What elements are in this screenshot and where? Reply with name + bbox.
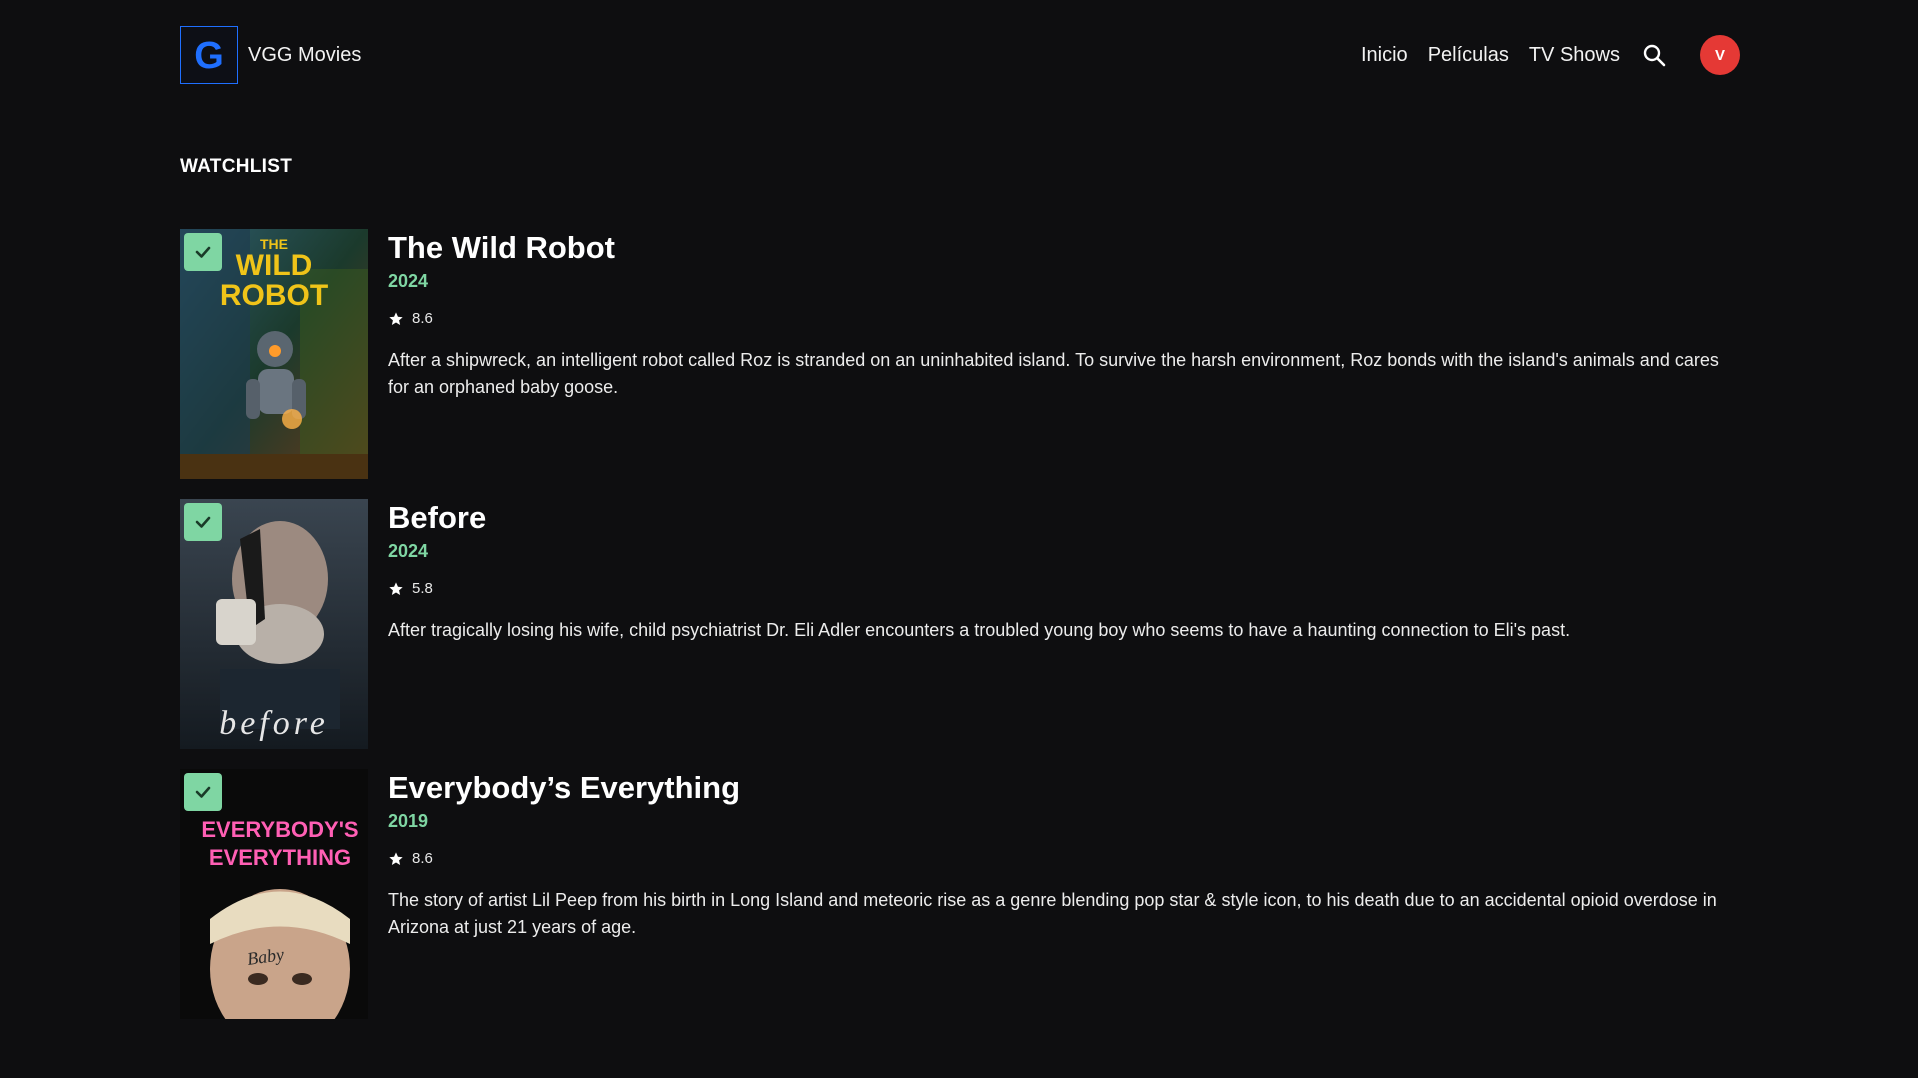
movie-rating: 5.8 bbox=[388, 580, 1740, 597]
svg-text:EVERYTHING: EVERYTHING bbox=[209, 845, 351, 870]
nav-link-inicio[interactable]: Inicio bbox=[1361, 44, 1408, 67]
watched-check-button[interactable] bbox=[184, 503, 222, 541]
movie-rating: 8.6 bbox=[388, 850, 1740, 867]
movie-info: Everybody’s Everything 2019 8.6 The stor… bbox=[388, 769, 1740, 1019]
watched-check-button[interactable] bbox=[184, 773, 222, 811]
movie-rating: 8.6 bbox=[388, 310, 1740, 327]
star-icon bbox=[389, 851, 403, 865]
movie-year: 2019 bbox=[388, 811, 429, 831]
rating-value: 8.6 bbox=[412, 850, 433, 867]
rating-value: 5.8 bbox=[412, 580, 433, 597]
movie-description: After tragically losing his wife, child … bbox=[388, 620, 1571, 640]
watchlist-item: Baby EVERYBODY'S EVERYTHING Everybody’s … bbox=[180, 769, 1740, 1019]
movie-title[interactable]: The Wild Robot bbox=[388, 229, 1740, 267]
movie-info: Before 2024 5.8 After tragically losing … bbox=[388, 499, 1740, 749]
check-icon bbox=[195, 246, 211, 258]
nav-link-tv-shows[interactable]: TV Shows bbox=[1529, 44, 1620, 67]
nav-link-peliculas[interactable]: Películas bbox=[1428, 44, 1509, 67]
page-title: WATCHLIST bbox=[180, 156, 293, 177]
svg-text:G: G bbox=[194, 35, 224, 75]
svg-text:before: before bbox=[219, 705, 329, 742]
top-nav: G VGG Movies Inicio Películas TV Shows V bbox=[180, 24, 1740, 86]
movie-description: After a shipwreck, an intelligent robot … bbox=[388, 350, 1719, 397]
movie-title[interactable]: Everybody’s Everything bbox=[388, 769, 1740, 807]
brand[interactable]: G VGG Movies bbox=[180, 26, 361, 84]
logo-icon[interactable]: G bbox=[180, 26, 238, 84]
svg-text:WILD: WILD bbox=[236, 249, 313, 282]
movie-poster[interactable]: THE WILD ROBOT bbox=[180, 229, 368, 479]
watchlist-item: THE WILD ROBOT The Wild Robot 2024 8.6 A… bbox=[180, 229, 1740, 479]
movie-title[interactable]: Before bbox=[388, 499, 1740, 537]
brand-name[interactable]: VGG Movies bbox=[248, 44, 361, 67]
svg-text:EVERYBODY'S: EVERYBODY'S bbox=[201, 817, 358, 842]
watched-check-button[interactable] bbox=[184, 233, 222, 271]
movie-year: 2024 bbox=[388, 541, 429, 561]
movie-info: The Wild Robot 2024 8.6 After a shipwrec… bbox=[388, 229, 1740, 479]
movie-description: The story of artist Lil Peep from his bi… bbox=[388, 890, 1717, 937]
movie-poster[interactable]: before bbox=[180, 499, 368, 749]
main-nav: Inicio Películas TV Shows V bbox=[1361, 35, 1740, 75]
check-icon bbox=[195, 786, 211, 798]
check-icon bbox=[195, 516, 211, 528]
user-avatar[interactable]: V bbox=[1700, 35, 1740, 75]
rating-value: 8.6 bbox=[412, 310, 433, 327]
watchlist-item: before Before 2024 5.8 After tragically … bbox=[180, 499, 1740, 749]
movie-year: 2024 bbox=[388, 271, 429, 291]
watchlist: THE WILD ROBOT The Wild Robot 2024 8.6 A… bbox=[180, 229, 1740, 1039]
movie-poster[interactable]: Baby EVERYBODY'S EVERYTHING bbox=[180, 769, 368, 1019]
star-icon bbox=[389, 311, 403, 325]
search-icon[interactable] bbox=[1640, 41, 1668, 69]
svg-text:ROBOT: ROBOT bbox=[220, 279, 328, 312]
star-icon bbox=[389, 581, 403, 595]
page: G VGG Movies Inicio Películas TV Shows V… bbox=[0, 0, 1918, 1078]
